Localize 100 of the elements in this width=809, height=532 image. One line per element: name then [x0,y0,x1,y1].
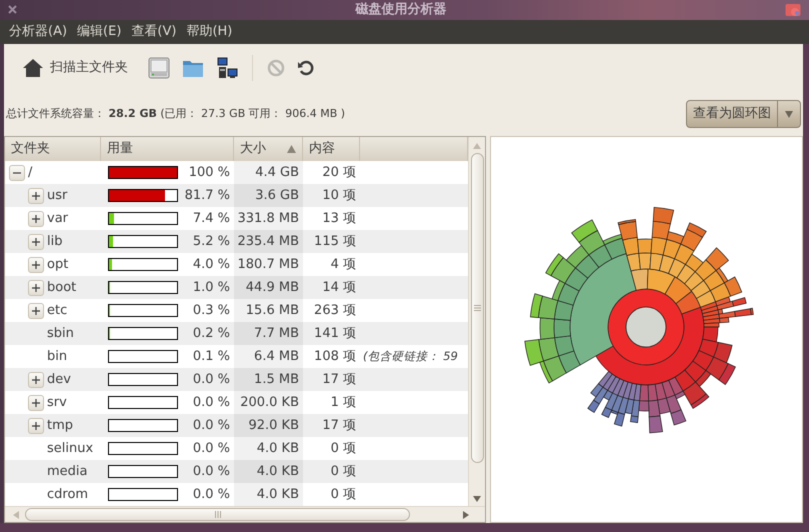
stop-icon [267,59,285,78]
folder-size: 92.0 KB [248,416,299,435]
scroll-right-icon[interactable] [463,510,469,519]
folder-name[interactable]: lib [47,232,62,252]
item-count: 0 项 [330,462,356,481]
item-count: 10 项 [322,186,356,205]
hard-drive-icon [148,57,170,80]
folder-size: 4.0 KB [256,486,299,504]
item-count: 4 项 [330,256,356,274]
usage-bar [108,304,178,318]
usage-bar [108,327,178,340]
folder-name[interactable]: bin [47,346,68,366]
plus-icon [32,214,40,223]
column-header[interactable]: 用量 [101,137,234,162]
network-computers-icon [216,57,238,80]
usage-bar [108,350,178,364]
close-icon[interactable] [8,5,17,14]
expand-toggle[interactable] [28,302,44,319]
expand-toggle[interactable] [28,280,44,296]
ring-chart-segments[interactable] [524,207,754,434]
filesystem-summary: 总计文件系统容量： 28.2 GB (已用： 27.3 GB 可用： 906.4 MB ) [6,106,346,122]
folder-size: 200.0 KB [240,394,299,412]
item-count: 108 项 [314,348,356,366]
folder-name[interactable]: opt [47,254,68,274]
expand-toggle[interactable] [28,372,44,388]
folder-size: 7.7 MB [254,324,299,343]
usage-percent: 81.7 % [184,186,231,205]
usage-percent: 0.0 % [192,416,231,435]
folder-size: 3.6 GB [255,186,299,205]
folder-name[interactable]: tmp [47,416,74,436]
item-count: 14 项 [322,278,356,297]
folder-name[interactable]: boot [47,278,76,298]
folder-name[interactable]: usr [47,186,68,206]
horizontal-scrollbar-thumb[interactable] [25,508,410,522]
folder-size: 4.0 KB [256,440,299,458]
vertical-scrollbar-thumb[interactable] [470,153,484,464]
folder-size: 4.4 GB [255,164,299,182]
folder-name[interactable]: sbin [47,324,74,344]
item-count: 13 项 [322,210,356,228]
usage-percent: 0.2 % [192,324,231,343]
folder-size: 331.8 MB [238,210,299,228]
item-count: 0 项 [330,486,356,504]
hardlink-note: (包含硬链接： 59 [362,348,458,366]
menu-item[interactable]: 分析器(A) [4,22,72,42]
folder-name[interactable]: etc [47,300,68,320]
plus-icon [32,398,40,407]
item-count: 141 项 [314,324,356,343]
expand-toggle[interactable] [28,188,44,204]
menu-item[interactable]: 查看(V) [126,22,182,42]
scan-home-button[interactable]: 扫描主文件夹 [16,50,134,86]
plus-icon [32,192,40,200]
usage-percent: 0.1 % [192,348,231,366]
folder-name[interactable]: srv [47,392,67,412]
folder-name[interactable]: media [47,462,88,482]
folder-size: 180.7 MB [238,256,299,274]
plus-icon [32,422,40,430]
item-count: 1 项 [330,394,356,412]
app-icon [785,2,801,17]
expand-toggle[interactable] [28,418,44,434]
folder-name[interactable]: selinux [47,438,94,458]
ring-chart-center[interactable] [626,306,666,348]
expand-toggle[interactable] [28,234,44,250]
expand-toggle[interactable] [28,210,44,227]
folder-name[interactable]: var [47,208,68,228]
folder-name[interactable]: / [28,162,32,182]
usage-bar [108,189,178,202]
menu-item[interactable]: 帮助(H) [181,22,238,42]
window-title: 磁盘使用分析器 [354,1,448,19]
usage-bar [108,212,178,226]
expand-toggle[interactable] [28,394,44,411]
column-header[interactable]: 内容 [303,137,360,162]
item-count: 115 项 [314,232,356,251]
usage-percent: 7.4 % [192,210,231,228]
folder-size: 44.9 MB [246,278,299,297]
usage-percent: 0.0 % [192,394,231,412]
plus-icon [32,238,40,246]
folder-size: 15.6 MB [246,302,299,320]
collapse-toggle[interactable] [9,164,25,181]
column-header[interactable]: 文件夹 [5,137,101,162]
item-count: 17 项 [322,416,356,435]
usage-percent: 5.2 % [192,232,231,251]
usage-percent: 0.0 % [192,486,231,504]
usage-bar [108,166,178,180]
folder-icon [182,58,204,78]
expand-toggle[interactable] [28,256,44,273]
column-header[interactable]: 大小 [234,137,303,162]
scroll-down-icon[interactable] [473,496,481,502]
usage-percent: 1.0 % [192,278,231,297]
menu-item[interactable]: 编辑(E) [72,22,126,42]
plus-icon [32,306,40,315]
folder-name[interactable]: cdrom [47,484,88,504]
view-as-ring-chart-button[interactable]: 查看为圆环图 [686,100,801,128]
item-count: 20 项 [322,164,356,182]
usage-percent: 100 % [188,164,231,182]
plus-icon [32,284,40,292]
item-count: 263 项 [314,302,356,320]
usage-percent: 4.0 % [192,256,231,274]
folder-name[interactable]: dev [47,370,71,390]
plus-icon [32,376,40,384]
dropdown-caret-icon[interactable] [785,110,793,118]
